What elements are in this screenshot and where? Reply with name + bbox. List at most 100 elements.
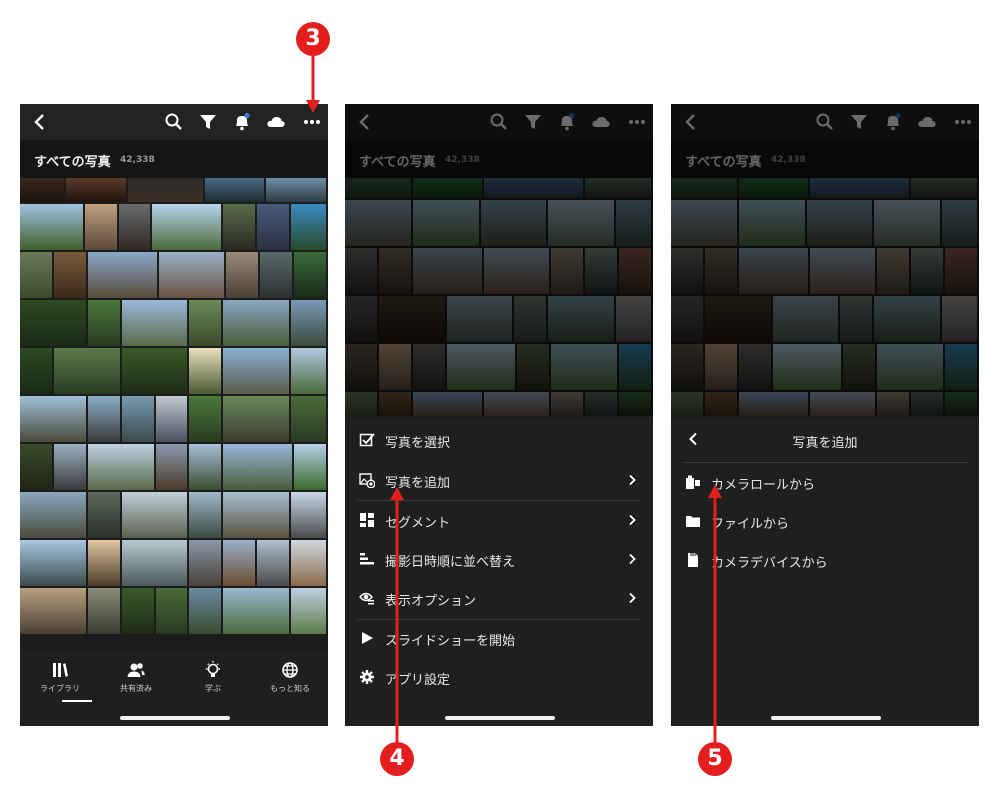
chevron-right-icon: [629, 592, 636, 604]
photo-thumbnail[interactable]: [20, 178, 67, 202]
photo-thumbnail[interactable]: [291, 492, 328, 538]
photo-thumbnail[interactable]: [223, 492, 291, 538]
photo-thumbnail[interactable]: [291, 300, 328, 346]
photo-thumbnail[interactable]: [87, 540, 122, 586]
photo-thumbnail[interactable]: [189, 444, 224, 490]
photo-thumbnail[interactable]: [266, 178, 328, 202]
photo-thumbnail[interactable]: [20, 252, 54, 298]
photo-row: [20, 588, 328, 634]
active-tab-indicator: [62, 700, 92, 702]
photo-row: [20, 540, 328, 586]
photo-thumbnail[interactable]: [20, 540, 88, 586]
photo-thumbnail[interactable]: [152, 204, 224, 250]
home-indicator: [120, 716, 230, 720]
photo-thumbnail[interactable]: [155, 396, 190, 442]
library-icon: [53, 663, 68, 677]
photo-thumbnail[interactable]: [87, 300, 122, 346]
photo-thumbnail[interactable]: [53, 444, 88, 490]
photo-thumbnail[interactable]: [189, 540, 224, 586]
search-icon[interactable]: [164, 112, 184, 132]
photo-thumbnail[interactable]: [257, 204, 291, 250]
photo-thumbnail[interactable]: [294, 444, 328, 490]
menu-item-select-photos[interactable]: 写真を選択: [345, 422, 653, 458]
photo-thumbnail[interactable]: [260, 252, 295, 298]
nav-tab-shared[interactable]: 共有済み: [106, 660, 166, 694]
photo-thumbnail[interactable]: [223, 348, 291, 394]
photo-thumbnail[interactable]: [223, 396, 291, 442]
photo-thumbnail[interactable]: [223, 204, 258, 250]
photo-thumbnail[interactable]: [121, 396, 156, 442]
photo-thumbnail[interactable]: [189, 300, 224, 346]
photo-thumbnail[interactable]: [53, 348, 122, 394]
photo-thumbnail[interactable]: [189, 348, 224, 394]
photo-thumbnail[interactable]: [20, 492, 88, 538]
photo-thumbnail[interactable]: [87, 588, 122, 634]
photo-thumbnail[interactable]: [87, 492, 122, 538]
photo-thumbnail[interactable]: [20, 588, 88, 634]
photo-thumbnail[interactable]: [189, 396, 224, 442]
photo-thumbnail[interactable]: [87, 396, 122, 442]
photo-thumbnail[interactable]: [223, 588, 291, 634]
photo-thumbnail[interactable]: [223, 300, 291, 346]
submenu-header: 写真を追加: [671, 418, 979, 462]
dim-overlay[interactable]: [345, 104, 653, 416]
photo-thumbnail[interactable]: [189, 588, 224, 634]
back-icon[interactable]: [30, 112, 50, 132]
dim-overlay[interactable]: [671, 104, 979, 416]
nav-tab-library[interactable]: ライブラリ: [30, 660, 90, 694]
step-marker-5: 5: [698, 742, 732, 776]
nav-tab-discover[interactable]: もっと知る: [260, 660, 320, 694]
photo-thumbnail[interactable]: [121, 492, 190, 538]
photo-thumbnail[interactable]: [20, 204, 85, 250]
photo-row: [20, 396, 328, 442]
camera-roll-icon: [686, 475, 700, 489]
menu-item-label: カメラロールから: [711, 478, 816, 493]
red-arrow-up: [390, 487, 404, 744]
photo-thumbnail[interactable]: [121, 588, 156, 634]
submenu-title: 写真を追加: [792, 436, 858, 451]
photo-thumbnail[interactable]: [189, 492, 224, 538]
photo-thumbnail[interactable]: [257, 540, 291, 586]
chevron-right-icon: [629, 553, 636, 565]
photo-thumbnail[interactable]: [291, 204, 328, 250]
photo-thumbnail[interactable]: [66, 178, 128, 202]
photo-thumbnail[interactable]: [87, 252, 159, 298]
photo-thumbnail[interactable]: [121, 348, 190, 394]
photo-thumbnail[interactable]: [294, 252, 328, 298]
photo-thumbnail[interactable]: [20, 444, 54, 490]
photo-thumbnail[interactable]: [291, 540, 328, 586]
photo-thumbnail[interactable]: [291, 396, 328, 442]
bottom-nav-bar: ライブラリ 共有済み 学ぶ もっと知る: [20, 652, 328, 726]
photo-thumbnail[interactable]: [291, 588, 328, 634]
nav-tab-learn[interactable]: 学ぶ: [183, 660, 243, 694]
bell-icon[interactable]: [232, 112, 252, 132]
photo-thumbnail[interactable]: [223, 540, 258, 586]
home-indicator: [445, 716, 555, 720]
photo-thumbnail[interactable]: [204, 178, 267, 202]
photo-thumbnail[interactable]: [158, 252, 227, 298]
photo-thumbnail[interactable]: [20, 348, 54, 394]
photo-thumbnail[interactable]: [84, 204, 119, 250]
cloud-icon[interactable]: [266, 112, 286, 132]
photo-thumbnail[interactable]: [223, 444, 295, 490]
photo-thumbnail[interactable]: [118, 204, 153, 250]
photo-thumbnail[interactable]: [121, 300, 190, 346]
divider: [683, 462, 967, 463]
photo-thumbnail[interactable]: [155, 444, 190, 490]
chevron-right-icon: [629, 474, 636, 486]
segment-icon: [360, 513, 374, 527]
filter-icon[interactable]: [198, 112, 218, 132]
photo-row: [20, 444, 328, 490]
chevron-right-icon: [629, 514, 636, 526]
photo-thumbnail[interactable]: [87, 444, 156, 490]
photo-row: [20, 178, 328, 202]
photo-thumbnail[interactable]: [20, 300, 88, 346]
photo-thumbnail[interactable]: [53, 252, 88, 298]
top-bar: [20, 104, 328, 140]
photo-thumbnail[interactable]: [226, 252, 261, 298]
photo-thumbnail[interactable]: [121, 540, 190, 586]
photo-thumbnail[interactable]: [155, 588, 190, 634]
photo-thumbnail[interactable]: [291, 348, 328, 394]
photo-thumbnail[interactable]: [20, 396, 88, 442]
photo-thumbnail[interactable]: [127, 178, 205, 202]
